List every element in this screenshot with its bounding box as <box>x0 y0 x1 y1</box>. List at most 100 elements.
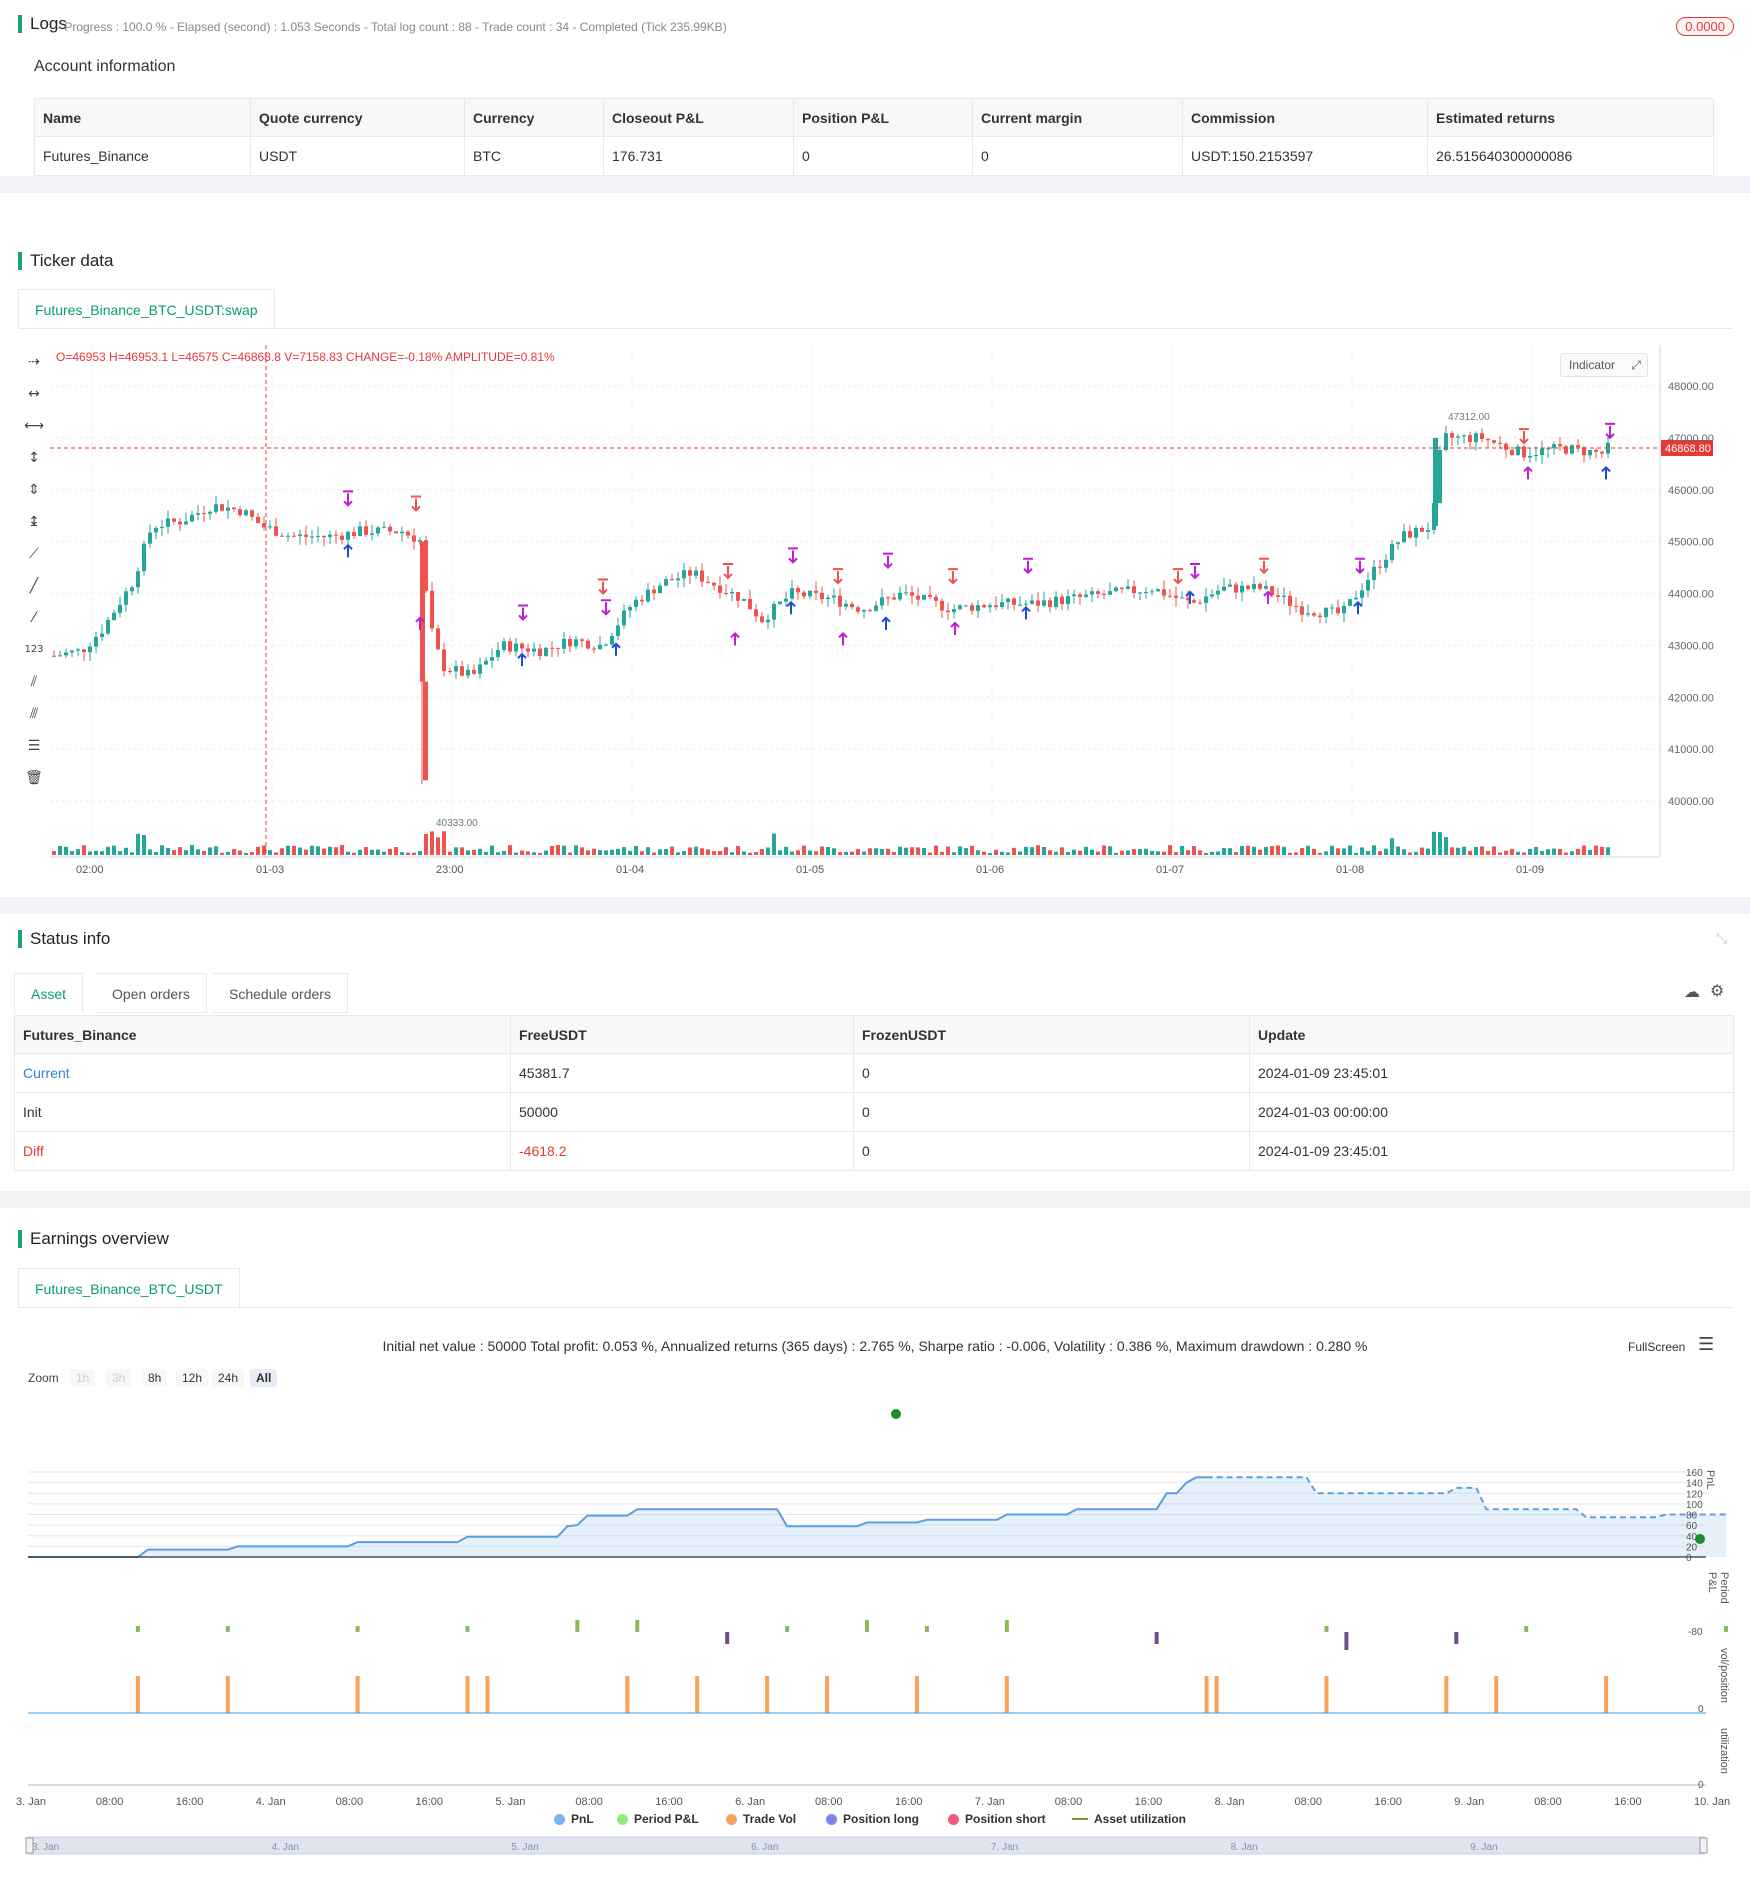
candle-body <box>1384 559 1388 568</box>
legend-short[interactable]: Position short <box>948 1812 1046 1826</box>
volume-bar <box>604 850 608 855</box>
volume-bar <box>1270 846 1274 855</box>
volume-bar <box>1606 847 1610 855</box>
volume-bar <box>364 847 368 855</box>
candle-body <box>538 648 542 657</box>
volume-bar <box>574 845 578 855</box>
candle-body <box>250 510 254 517</box>
candle-body <box>232 507 236 510</box>
candle-body <box>1426 530 1430 532</box>
x-tick-label: 3. Jan <box>16 1796 46 1808</box>
candle-body <box>100 633 104 637</box>
candle-body <box>1528 455 1532 458</box>
candle-body <box>1252 584 1256 590</box>
volume-bar <box>1522 852 1526 855</box>
zoom-3h[interactable]: 3h <box>106 1369 132 1387</box>
volume-bar <box>490 845 494 855</box>
legend-period[interactable]: Period P&L <box>617 1812 699 1826</box>
trade-marker <box>1190 562 1200 580</box>
earnings-chart[interactable]: 160140120100806040200 3. Jan 08:00 16:00 4.… <box>0 1400 1750 1880</box>
axis-title-vol: vol/position <box>1718 1648 1730 1704</box>
candle-body <box>712 582 716 586</box>
legend-pnl[interactable]: PnL <box>554 1812 594 1826</box>
volume-bar <box>790 851 794 855</box>
legend-label: Asset utilization <box>1094 1812 1187 1826</box>
candle-body <box>1306 613 1310 615</box>
legend-util[interactable]: Asset utilization <box>1072 1812 1186 1826</box>
th-margin: Current margin <box>972 98 1183 137</box>
volume-bar <box>532 852 536 855</box>
volume-bar <box>1426 848 1430 855</box>
collapse-icon[interactable]: ⤡ <box>1716 930 1727 947</box>
zoom-1h[interactable]: 1h <box>70 1369 96 1387</box>
volume-bar <box>670 846 674 855</box>
candle-body <box>1174 595 1178 598</box>
candle-body <box>376 527 380 534</box>
candle-body <box>580 639 584 641</box>
volume-bar <box>766 847 770 855</box>
candle-body <box>874 605 878 611</box>
period-bar <box>865 1620 869 1632</box>
zoom-12h[interactable]: 12h <box>176 1369 209 1387</box>
candle-body <box>52 655 56 657</box>
tab-ticker-symbol[interactable]: Futures_Binance_BTC_USDT:swap <box>18 289 275 329</box>
legend-long[interactable]: Position long <box>826 1812 919 1826</box>
candle-body <box>496 650 500 658</box>
trade-marker <box>611 642 621 656</box>
candlestick-chart[interactable]: 46868.80 47312.00 40333.00 48000.0047000… <box>0 340 1750 880</box>
menu-icon[interactable]: ☰ <box>1698 1334 1714 1355</box>
candle-body <box>1066 596 1070 605</box>
tab-asset[interactable]: Asset <box>14 973 84 1013</box>
tab-open-orders[interactable]: Open orders <box>96 973 207 1013</box>
candle-body <box>946 610 950 613</box>
candle-body <box>568 638 572 647</box>
candle-body <box>1372 566 1376 580</box>
candle-body <box>262 523 266 528</box>
fullscreen-button[interactable]: FullScreen <box>1628 1340 1685 1354</box>
volume-bar <box>592 848 596 855</box>
pnl-tick-label: 40 <box>1686 1532 1698 1543</box>
candle-body <box>586 640 590 649</box>
tab-earnings-symbol[interactable]: Futures_Binance_BTC_USDT <box>18 1268 240 1308</box>
volume-bar <box>880 848 884 855</box>
tab-schedule-orders[interactable]: Schedule orders <box>213 973 348 1013</box>
volume-bar <box>904 847 908 855</box>
zoom-24h[interactable]: 24h <box>212 1369 245 1387</box>
th-position: Position P&L <box>793 98 973 137</box>
volume-bar <box>1246 845 1250 855</box>
volume-bar <box>1348 845 1352 855</box>
navigator-tick-label: 3. Jan <box>32 1842 59 1853</box>
volume-bar <box>1330 845 1334 855</box>
volume-bar <box>1564 852 1568 855</box>
x-tick-label: 7. Jan <box>975 1796 1005 1808</box>
cell: 0 <box>793 136 973 176</box>
gear-icon[interactable]: ⚙ <box>1710 981 1724 1001</box>
volume-bar <box>808 850 812 855</box>
account-header-row: Name Quote currency Currency Closeout P&… <box>34 98 1714 137</box>
candle-body <box>454 666 458 672</box>
volume-bar <box>1180 845 1184 855</box>
navigator-handle-right[interactable] <box>1699 1837 1708 1854</box>
util-zero-label: 0 <box>1698 1780 1704 1791</box>
volume-bar <box>370 849 374 855</box>
volume-bar <box>268 850 272 855</box>
legend-tradevol[interactable]: Trade Vol <box>726 1812 796 1826</box>
status-title-text: Status info <box>30 929 111 948</box>
cloud-download-icon[interactable]: ☁ <box>1684 982 1700 1002</box>
volume-bar <box>388 848 392 855</box>
volume-bar <box>238 850 242 855</box>
candle-body <box>1588 449 1592 456</box>
volume-bar <box>1318 852 1322 855</box>
zoom-8h[interactable]: 8h <box>142 1369 168 1387</box>
volume-bar <box>250 852 254 855</box>
zoom-all[interactable]: All <box>250 1369 278 1387</box>
candle-body <box>1366 579 1370 591</box>
candle-body <box>592 648 596 650</box>
candle-body <box>1360 590 1364 598</box>
volume-bar <box>1228 848 1232 855</box>
volume-bar <box>520 850 524 855</box>
candle-body <box>1462 435 1466 437</box>
th-update: Update <box>1249 1015 1734 1054</box>
trade-vol-bars <box>135 1676 1609 1713</box>
cell: 2024-01-03 00:00:00 <box>1249 1092 1734 1132</box>
